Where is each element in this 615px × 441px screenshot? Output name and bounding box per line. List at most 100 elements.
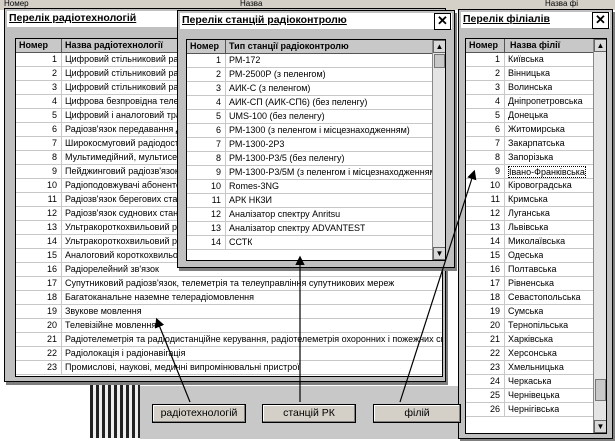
table-row[interactable]: 2 РМ-2500Р (з пеленгом) <box>187 68 445 82</box>
row-name: Телевізійне мовлення <box>65 320 157 330</box>
table-row[interactable]: 17 Рівненська <box>466 277 606 291</box>
close-icon[interactable]: ✕ <box>434 13 451 30</box>
table-row[interactable]: 12 Аналізатор спектру Anritsu <box>187 208 445 222</box>
table-row[interactable]: 5 UMS-100 (без пеленгу) <box>187 110 445 124</box>
row-name: Харківська <box>508 334 553 344</box>
row-number: 18 <box>46 292 57 302</box>
row-name: Пейджинговий радіозв'язок <box>65 166 179 176</box>
row-name: РМ-1300-2Р3 <box>229 139 285 149</box>
column-header-name[interactable]: Назва радіотехнології <box>65 40 163 50</box>
table-row[interactable]: 9 РМ-1300-Р3/5М (з пеленгом і місцезнаход… <box>187 166 445 180</box>
table-row[interactable]: 4 АИК-СП (АИК-СП6) (без пеленгу) <box>187 96 445 110</box>
vertical-scrollbar[interactable]: ▲ ▼ <box>593 39 606 433</box>
column-header-number[interactable]: Номер <box>190 41 219 51</box>
row-number: 5 <box>494 110 500 120</box>
table-row[interactable]: 14 ССТК <box>187 236 445 250</box>
row-number: 6 <box>494 124 500 134</box>
table-header: Номер Назва філії <box>466 39 606 53</box>
table-row[interactable]: 12 Луганська <box>466 207 606 221</box>
table-row[interactable]: 18 Багатоканальне наземне телерадіомовлен… <box>16 291 442 305</box>
row-number: 9 <box>494 166 500 176</box>
scroll-thumb[interactable] <box>595 379 606 401</box>
table-row[interactable]: 15 Одеська <box>466 249 606 263</box>
table-row[interactable]: 10 Кіровоградська <box>466 179 606 193</box>
table-row[interactable]: 21 Харківська <box>466 333 606 347</box>
table-row[interactable]: 22 Радіолокація і радіонавігація <box>16 347 442 361</box>
row-name: Romes-3NG <box>229 181 280 191</box>
row-name: АИК-СП (АИК-СП6) (без пеленгу) <box>229 97 368 107</box>
row-name: Супутниковий радіозв'язок, телеметрія та… <box>65 278 395 288</box>
branches-button[interactable]: філій <box>373 404 461 423</box>
table-row[interactable]: 14 Миколаївська <box>466 235 606 249</box>
scroll-thumb[interactable] <box>434 54 445 68</box>
row-number: 12 <box>489 208 500 218</box>
title-bar[interactable]: Перелік філіалів ✕ <box>461 12 610 29</box>
close-icon[interactable]: ✕ <box>592 12 609 29</box>
background-header-text: Номер <box>4 0 29 8</box>
row-number: 15 <box>489 250 500 260</box>
table-row[interactable]: 21 Радіотелеметрія та радіодистанційне ке… <box>16 333 442 347</box>
row-number: 7 <box>494 138 500 148</box>
row-number: 10 <box>210 181 221 191</box>
table-row[interactable]: 19 Звукове мовлення <box>16 305 442 319</box>
table-row[interactable]: 1 Київська <box>466 53 606 67</box>
table-row[interactable]: 19 Сумська <box>466 305 606 319</box>
table-row[interactable]: 8 РМ-1300-Р3/5 (без пеленгу) <box>187 152 445 166</box>
vertical-scrollbar[interactable]: ▲ ▼ <box>432 40 445 260</box>
row-name: Тернопільська <box>508 320 569 330</box>
table-row[interactable]: 13 Аналізатор спектру ADVANTEST <box>187 222 445 236</box>
table-row[interactable]: 9 Івано-Франківська <box>466 165 606 179</box>
row-number: 15 <box>46 250 57 260</box>
row-number: 13 <box>46 222 57 232</box>
row-name: Львівська <box>508 222 549 232</box>
row-name: РМ-172 <box>229 55 261 65</box>
table-row[interactable]: 17 Супутниковий радіозв'язок, телеметрія … <box>16 277 442 291</box>
table-row[interactable]: 11 АРК НК3И <box>187 194 445 208</box>
table-row[interactable]: 7 РМ-1300-2Р3 <box>187 138 445 152</box>
scroll-up-arrow-icon[interactable]: ▲ <box>433 40 445 53</box>
row-name: Промислові, наукові, медичні випромінюва… <box>65 362 300 372</box>
row-name: Чернігівська <box>508 404 560 414</box>
technologies-button[interactable]: радіотехнологій <box>152 404 246 423</box>
row-number: 18 <box>489 292 500 302</box>
table-row[interactable]: 10 Romes-3NG <box>187 180 445 194</box>
column-header-name[interactable]: Назва філії <box>510 40 560 50</box>
stations-button[interactable]: станцій РК <box>262 404 356 423</box>
table-row[interactable]: 18 Севастопольська <box>466 291 606 305</box>
table-row[interactable]: 3 АИК-С (з пеленгом) <box>187 82 445 96</box>
table-row[interactable]: 4 Дніпропетровська <box>466 95 606 109</box>
table-row[interactable]: 23 Промислові, наукові, медичні випроміню… <box>16 361 442 375</box>
title-bar[interactable]: Перелік станцій радіоконтролю ✕ <box>180 13 452 30</box>
row-name: Волинська <box>508 82 553 92</box>
table-row[interactable]: 8 Запорізька <box>466 151 606 165</box>
table-row[interactable]: 20 Телевізійне мовлення <box>16 319 442 333</box>
row-name: Одеська <box>508 250 544 260</box>
window-title: Перелік станцій радіоконтролю <box>182 14 347 26</box>
scroll-down-arrow-icon[interactable]: ▼ <box>594 420 606 433</box>
column-header-number[interactable]: Номер <box>469 40 498 50</box>
table-row[interactable]: 5 Донецька <box>466 109 606 123</box>
table-row[interactable]: 2 Вінницька <box>466 67 606 81</box>
column-header-name[interactable]: Тип станції радіоконтролю <box>229 41 349 51</box>
row-number: 6 <box>51 124 57 134</box>
column-header-number[interactable]: Номер <box>19 40 48 50</box>
table-row[interactable]: 6 РМ-1300 (з пеленгом і місцезнаходженням… <box>187 124 445 138</box>
table-row[interactable]: 7 Закарпатська <box>466 137 606 151</box>
stations-table: Номер Тип станції радіоконтролю 1 РМ-172 2… <box>186 39 446 261</box>
table-row[interactable]: 25 Чернівецька <box>466 389 606 403</box>
table-row[interactable]: 1 РМ-172 <box>187 54 445 68</box>
table-row[interactable]: 13 Львівська <box>466 221 606 235</box>
table-row[interactable]: 20 Тернопільська <box>466 319 606 333</box>
scroll-down-arrow-icon[interactable]: ▼ <box>433 247 445 260</box>
table-row[interactable]: 3 Волинська <box>466 81 606 95</box>
table-row[interactable]: 24 Черкаська <box>466 375 606 389</box>
table-row[interactable]: 26 Чернігівська <box>466 403 606 417</box>
table-row[interactable]: 16 Полтавська <box>466 263 606 277</box>
table-row[interactable]: 11 Кримська <box>466 193 606 207</box>
row-name: Радіоподовжувачі абонентськ <box>65 180 190 190</box>
scroll-up-arrow-icon[interactable]: ▲ <box>594 39 606 52</box>
table-row[interactable]: 6 Житомирська <box>466 123 606 137</box>
table-row[interactable]: 23 Хмельницька <box>466 361 606 375</box>
row-number: 17 <box>46 278 57 288</box>
table-row[interactable]: 22 Херсонська <box>466 347 606 361</box>
